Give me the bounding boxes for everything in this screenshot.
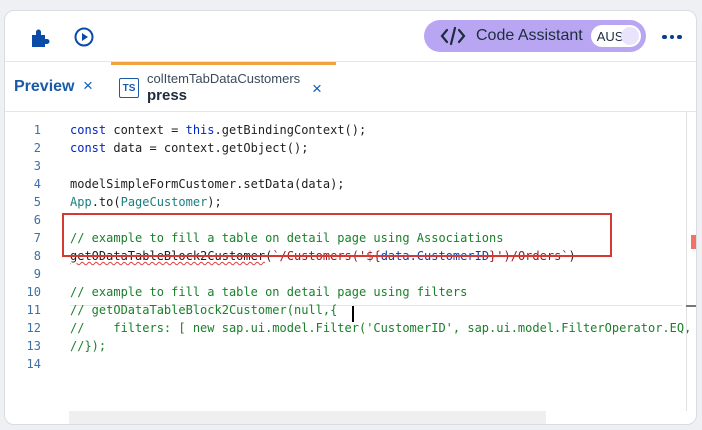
vertical-scrollbar-track[interactable] — [686, 111, 687, 411]
code-line[interactable]: const data = context.getObject(); — [70, 139, 308, 157]
line-number: 1 — [33, 123, 41, 137]
line-number: 11 — [26, 303, 41, 317]
tab-file-name: colItemTabDataCustomers — [147, 71, 301, 86]
annotation-highlight-box — [62, 213, 612, 257]
close-icon[interactable]: × — [312, 79, 322, 99]
more-options-icon[interactable] — [660, 27, 684, 47]
line-number: 2 — [33, 141, 41, 155]
code-editor[interactable]: 1 2 3 4 5 6 7 8 9 10 11 12 13 14 const context = this… — [5, 111, 696, 424]
code-line[interactable]: // filters: [ new sap.ui.model.Filter('C… — [70, 319, 691, 337]
text-cursor — [352, 306, 354, 322]
tab-collitem-press[interactable]: TS colItemTabDataCustomers press × — [111, 62, 336, 111]
puzzle-icon[interactable] — [27, 24, 53, 50]
code-line[interactable]: // getODataTableBlock2Customer(null,{ — [70, 301, 337, 319]
line-number: 9 — [33, 267, 41, 281]
error-marker — [691, 235, 696, 249]
toggle-knob — [620, 27, 639, 45]
close-icon[interactable]: × — [83, 76, 93, 96]
code-assistant-label: Code Assistant — [476, 27, 583, 44]
tab-preview-label: Preview — [14, 78, 75, 95]
code-icon — [440, 26, 466, 46]
line-number: 14 — [26, 357, 41, 371]
line-number: 5 — [33, 195, 41, 209]
line-number: 13 — [26, 339, 41, 353]
line-number: 8 — [33, 249, 41, 263]
play-icon[interactable] — [71, 24, 97, 50]
line-number: 12 — [26, 321, 41, 335]
code-line[interactable]: App.to(PageCustomer); — [70, 193, 222, 211]
code-assistant-toggle[interactable]: AUS — [590, 25, 641, 47]
code-editor-panel: Code Assistant AUS Preview × TS colItemT… — [4, 10, 697, 425]
horizontal-scrollbar[interactable] — [69, 411, 546, 424]
toggle-text: AUS — [596, 28, 624, 44]
code-assistant-button[interactable]: Code Assistant AUS — [424, 20, 646, 52]
code-line[interactable]: //}); — [70, 337, 106, 355]
toolbar: Code Assistant AUS — [5, 11, 696, 61]
code-line[interactable]: modelSimpleFormCustomer.setData(data); — [70, 175, 345, 193]
line-number: 7 — [33, 231, 41, 245]
line-number: 6 — [33, 213, 41, 227]
tab-bar: Preview × TS colItemTabDataCustomers pre… — [5, 61, 696, 112]
line-number: 4 — [33, 177, 41, 191]
line-number: 10 — [26, 285, 41, 299]
code-line[interactable]: // example to fill a table on detail pag… — [70, 283, 467, 301]
tab-event-name: press — [147, 87, 188, 104]
scroll-position-marker — [686, 305, 696, 307]
line-number: 3 — [33, 159, 41, 173]
tab-preview[interactable]: Preview × — [5, 62, 109, 111]
typescript-file-icon: TS — [119, 78, 139, 98]
code-line[interactable]: const context = this.getBindingContext()… — [70, 121, 366, 139]
